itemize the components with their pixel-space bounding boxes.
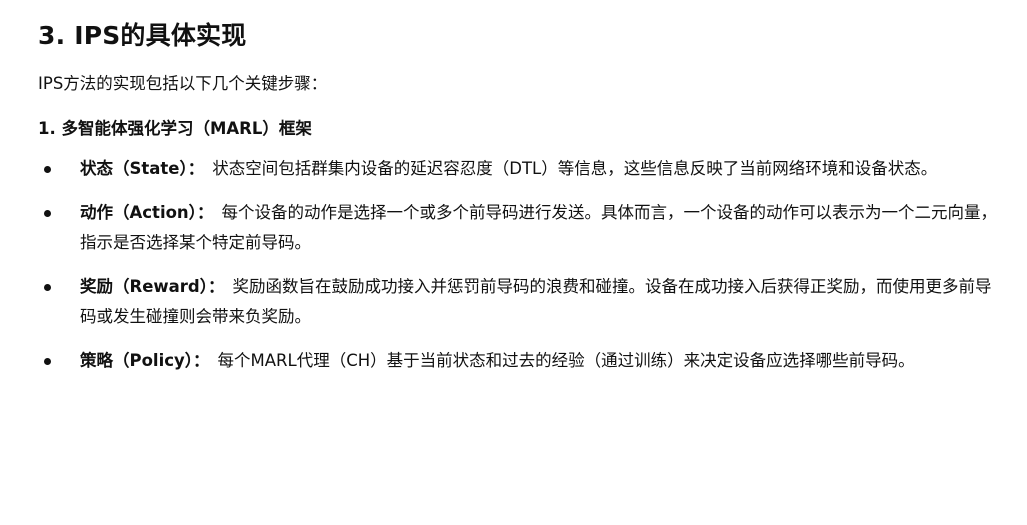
document-page: 3. IPS的具体实现 IPS方法的实现包括以下几个关键步骤： 1. 多智能体强… bbox=[0, 0, 1027, 525]
list-item-action: 动作（Action）： 每个设备的动作是选择一个或多个前导码进行发送。具体而言，一… bbox=[38, 198, 997, 258]
item-colon: ： bbox=[207, 277, 225, 296]
list-item-policy: 策略（Policy）： 每个MARL代理（CH）基于当前状态和过去的经验（通过训练… bbox=[38, 346, 997, 376]
bullet-dot-icon bbox=[44, 166, 51, 173]
intro-paragraph: IPS方法的实现包括以下几个关键步骤： bbox=[38, 74, 328, 93]
bullet-dot-icon bbox=[44, 284, 51, 291]
item-colon: ： bbox=[193, 351, 210, 370]
item-text: 状态空间包括群集内设备的延迟容忍度（DTL）等信息，这些信息反映了当前网络环境和… bbox=[212, 159, 938, 178]
list-item-reward: 奖励（Reward）： 奖励函数旨在鼓励成功接入并惩罚前导码的浪费和碰撞。设备在成… bbox=[38, 272, 997, 332]
bullet-dot-icon bbox=[44, 210, 51, 217]
item-term: 状态（State） bbox=[80, 159, 188, 178]
item-term: 策略（Policy） bbox=[80, 351, 194, 370]
subsection-heading: 1. 多智能体强化学习（MARL）框架 bbox=[38, 119, 312, 138]
item-colon: ： bbox=[187, 159, 205, 178]
section-title: 3. IPS的具体实现 bbox=[38, 21, 247, 50]
bullet-dot-icon bbox=[44, 358, 51, 365]
list-item-state: 状态（State）： 状态空间包括群集内设备的延迟容忍度（DTL）等信息，这些信息… bbox=[38, 154, 997, 184]
item-text: 每个设备的动作是选择一个或多个前导码进行发送。具体而言，一个设备的动作可以表示为… bbox=[80, 203, 997, 252]
item-colon: ： bbox=[196, 203, 214, 222]
item-term: 奖励（Reward） bbox=[80, 277, 208, 296]
item-term: 动作（Action） bbox=[80, 203, 197, 222]
item-text: 每个MARL代理（CH）基于当前状态和过去的经验（通过训练）来决定设备应选择哪些… bbox=[217, 351, 915, 370]
bullet-list: 状态（State）： 状态空间包括群集内设备的延迟容忍度（DTL）等信息，这些信息… bbox=[38, 154, 997, 376]
